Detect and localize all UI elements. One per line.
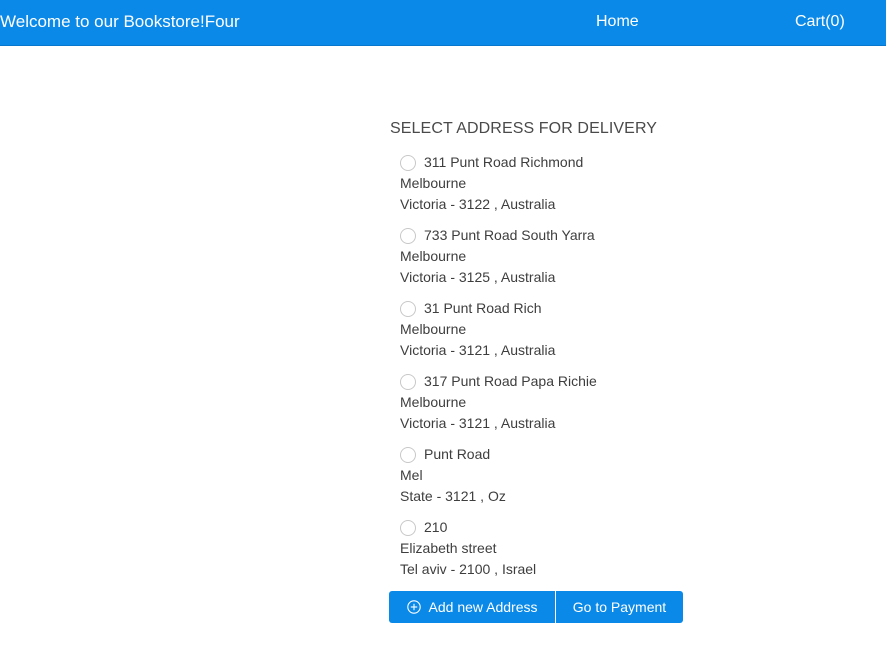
address-line2: Melbourne <box>400 321 467 337</box>
address-radio[interactable] <box>400 373 416 390</box>
go-to-payment-label: Go to Payment <box>572 599 667 615</box>
address-radio[interactable] <box>400 154 416 171</box>
address-line2: Melbourne <box>400 248 467 264</box>
address-item[interactable]: 31 Punt Road Rich Melbourne Victoria - 3… <box>400 298 720 371</box>
action-buttons: Add new Address Go to Payment <box>389 591 683 623</box>
nav-home-link[interactable]: Home <box>596 12 639 32</box>
address-line1: 31 Punt Road Rich <box>424 300 542 316</box>
address-line3: Victoria - 3125 , Australia <box>400 269 556 285</box>
address-line1: 733 Punt Road South Yarra <box>424 227 595 243</box>
address-list: 311 Punt Road Richmond Melbourne Victori… <box>400 152 720 590</box>
address-line3: Victoria - 3122 , Australia <box>400 196 556 212</box>
address-line1: 210 <box>424 519 448 535</box>
address-line3: Tel aviv - 2100 , Israel <box>400 561 537 577</box>
go-to-payment-button[interactable]: Go to Payment <box>556 591 683 623</box>
address-line3: Victoria - 3121 , Australia <box>400 342 556 358</box>
address-radio[interactable] <box>400 227 416 244</box>
address-line3: Victoria - 3121 , Australia <box>400 415 556 431</box>
address-line3: State - 3121 , Oz <box>400 488 506 504</box>
address-line2: Mel <box>400 467 423 483</box>
address-line1: 317 Punt Road Papa Richie <box>424 373 597 389</box>
top-navbar: Welcome to our Bookstore!Four Home Cart(… <box>0 0 886 46</box>
address-radio[interactable] <box>400 519 416 536</box>
add-address-button[interactable]: Add new Address <box>389 591 556 623</box>
address-item[interactable]: 210 Elizabeth street Tel aviv - 2100 , I… <box>400 517 720 590</box>
brand-title[interactable]: Welcome to our Bookstore!Four <box>0 12 240 32</box>
address-line2: Melbourne <box>400 175 467 191</box>
address-line2: Elizabeth street <box>400 540 497 556</box>
address-item[interactable]: 317 Punt Road Papa Richie Melbourne Vict… <box>400 371 720 444</box>
address-radio[interactable] <box>400 300 416 317</box>
address-radio[interactable] <box>400 446 416 463</box>
address-line1: 311 Punt Road Richmond <box>424 154 584 170</box>
nav-cart-link[interactable]: Cart(0) <box>795 12 845 32</box>
address-item[interactable]: 733 Punt Road South Yarra Melbourne Vict… <box>400 225 720 298</box>
address-line1: Punt Road <box>424 446 491 462</box>
page-title: SELECT ADDRESS FOR DELIVERY <box>390 120 658 137</box>
add-address-label: Add new Address <box>428 599 538 615</box>
plus-circle-icon <box>406 600 421 614</box>
address-line2: Melbourne <box>400 394 467 410</box>
address-item[interactable]: 311 Punt Road Richmond Melbourne Victori… <box>400 152 720 225</box>
address-item[interactable]: Punt Road Mel State - 3121 , Oz <box>400 444 720 517</box>
